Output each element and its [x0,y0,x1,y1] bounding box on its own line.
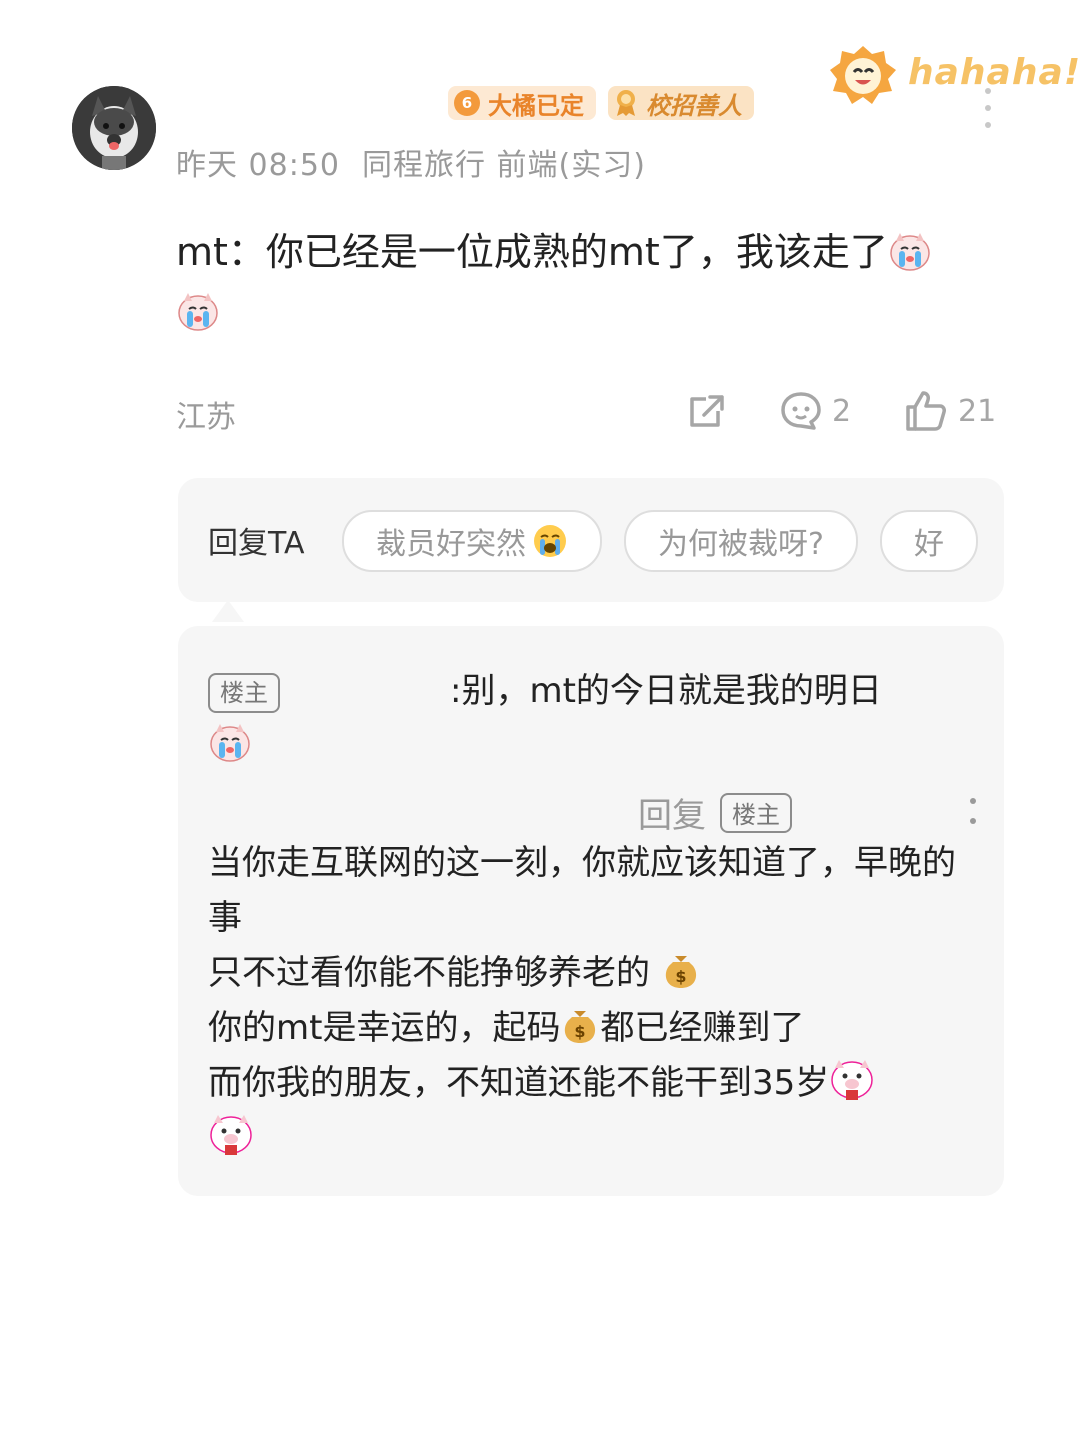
reply-line-text: 只不过看你能不能挣够养老的 [208,953,650,993]
quick-reply-chip[interactable]: 好 [879,510,978,572]
reply-line: 只不过看你能不能挣够养老的 $ [208,946,988,1001]
level-badge: 6 大橘已定 [448,86,596,120]
comment-button[interactable]: 2 [780,388,851,434]
svg-text:$: $ [675,967,686,986]
hahaha-sticker: hahaha! [828,44,1080,110]
op-tag: 楼主 [720,792,792,833]
reply-line: 你的mt是幸运的，起码 $ 都已经赚到了 [208,1001,988,1056]
op-tag: 楼主 [208,672,280,713]
reply-text: :别，mt的今日就是我的明日 [450,671,882,711]
avatar[interactable] [72,86,156,170]
like-count: 21 [958,393,997,429]
pig-emoji-icon [210,1115,252,1155]
reply-line [208,1111,988,1166]
share-icon [690,395,724,427]
reply-target: 回复 楼主 [638,788,792,837]
reply-item[interactable]: 当你走互联网的这一刻，你就应该知道了，早晚的事 只不过看你能不能挣够养老的 $ … [208,836,988,1166]
reply-line-text: 你的mt是幸运的，起码 [208,1008,561,1048]
share-button[interactable] [688,388,728,434]
cry-emoji-icon [210,724,250,762]
colon-icon [970,798,976,824]
post-content: mt：你已经是一位成熟的mt了，我该走了 [176,222,996,342]
post-time: 昨天 08:50 [176,148,340,183]
reply-line: 而你我的朋友，不知道还能不能干到35岁 [208,1056,988,1111]
svg-text:$: $ [575,1022,586,1041]
quick-reply-chip[interactable]: 裁员好突然 [342,510,602,572]
medal-badge-label: 校招善人 [646,91,742,120]
more-icon[interactable] [978,88,998,128]
reply-line-text: 都已经赚到了 [600,1008,805,1048]
cry-emoji-icon [178,293,218,331]
level-number: 6 [454,90,480,116]
post-meta: 昨天 08:50 同程旅行 前端(实习) [176,140,668,184]
location: 江苏 [176,400,236,435]
reply-line-text: 而你我的朋友，不知道还能不能干到35岁 [208,1063,830,1103]
laugh-sticker-icon [830,46,896,104]
like-button[interactable]: 21 [904,388,996,434]
quick-reply-label: 回复TA [208,526,305,561]
level-badge-label: 大橘已定 [488,91,584,120]
comment-count: 2 [832,393,852,429]
like-icon [906,391,946,431]
pig-emoji-icon [831,1060,874,1100]
medal-badge: 校招善人 [608,86,754,120]
author-company: 同程旅行 前端(实习) [362,148,646,183]
cry-emoji-icon [890,233,930,271]
quick-reply-bar: 回复TA 裁员好突然 为何被裁呀? 好 [178,478,1004,602]
reply-item[interactable]: 楼主 :别，mt的今日就是我的明日 [208,664,978,772]
sob-emoji-icon [534,525,566,557]
replies-panel: 楼主 :别，mt的今日就是我的明日 回复 楼主 当你走互联网的这一刻，你就应该知道… [178,626,1004,1196]
medal-icon [617,90,635,116]
sticker-text: hahaha! [908,52,1080,93]
post-text: mt：你已经是一位成熟的mt了，我该走了 [176,230,888,274]
user-badges: 6 大橘已定 校招善人 [448,86,754,120]
chip-label: 为何被裁呀? [658,527,824,562]
quick-reply-chips: 裁员好突然 为何被裁呀? 好 [342,510,978,572]
reply-line: 当你走互联网的这一刻，你就应该知道了，早晚的事 [208,843,956,938]
chip-label: 好 [913,527,944,562]
chip-label: 裁员好突然 [376,527,526,562]
comment-icon [781,392,821,430]
reply-action-label: 回复 [638,796,706,836]
money-bag-icon: $ [565,1011,596,1043]
quick-reply-chip[interactable]: 为何被裁呀? [624,510,858,572]
money-bag-icon: $ [665,956,696,988]
quick-reply-pointer [212,600,244,622]
